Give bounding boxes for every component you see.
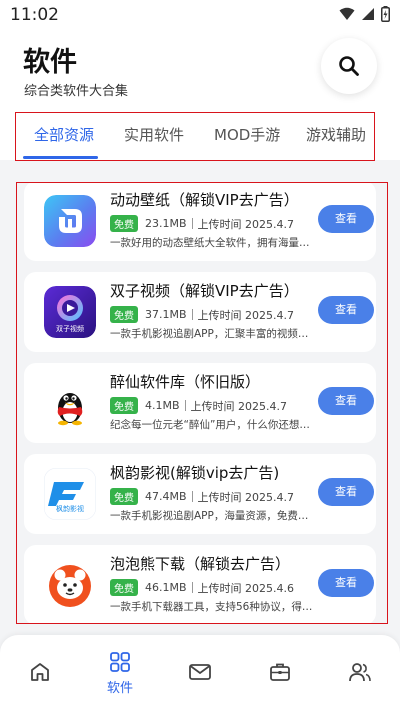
shuangzi-video-logo: 双子视频 xyxy=(44,286,96,338)
free-badge: 免费 xyxy=(110,215,138,232)
nav-item-messages[interactable] xyxy=(160,635,240,711)
app-description: 一款好用的动态壁纸大全软件，拥有海量… xyxy=(110,237,310,249)
active-tab-indicator xyxy=(23,156,98,159)
tab-utility-software[interactable]: 实用软件 xyxy=(124,124,184,145)
status-bar: 11:02 xyxy=(0,0,400,30)
app-meta: 免费 23.1MB 上传时间 2025.4.7 xyxy=(110,215,294,232)
status-icons xyxy=(339,6,390,22)
bottom-nav: 软件 xyxy=(0,635,400,711)
upload-time: 上传时间 2025.4.7 xyxy=(197,217,295,231)
tab-all-resources[interactable]: 全部资源 xyxy=(34,124,94,145)
page-subtitle: 综合类软件大合集 xyxy=(24,84,129,99)
app-name: 枫韵影视(解锁vip去广告) xyxy=(110,464,280,482)
app-meta: 免费 4.1MB 上传时间 2025.4.7 xyxy=(110,397,287,414)
mail-icon xyxy=(189,664,211,680)
meta-divider xyxy=(191,582,193,593)
toolbox-icon xyxy=(270,663,290,681)
status-time: 11:02 xyxy=(10,5,59,25)
app-meta: 免费 47.4MB 上传时间 2025.4.7 xyxy=(110,488,294,505)
app-list: 动动壁纸（解锁VIP去广告） 免费 23.1MB 上传时间 2025.4.7 一… xyxy=(16,182,388,624)
grid-apps-icon xyxy=(110,652,130,672)
free-badge: 免费 xyxy=(110,488,138,505)
free-badge: 免费 xyxy=(110,306,138,323)
app-description: 纪念每一位元老“醉仙”用户，什么你还想… xyxy=(110,419,310,431)
app-name: 醉仙软件库（怀旧版） xyxy=(110,373,261,391)
app-description: 一款手机下载器工具，支持56种协议，得… xyxy=(110,601,313,613)
app-meta: 免费 46.1MB 上传时间 2025.4.6 xyxy=(110,579,294,596)
icon-caption: 枫韵影视 xyxy=(56,504,84,513)
bear-logo xyxy=(44,559,96,611)
app-description: 一款手机影视追剧APP，汇聚丰富的视频… xyxy=(110,328,309,340)
list-item[interactable]: 双子视频 双子视频（解锁VIP去广告） 免费 37.1MB 上传时间 2025.… xyxy=(24,272,376,352)
list-item[interactable]: 泡泡熊下载（解锁去广告） 免费 46.1MB 上传时间 2025.4.6 一款手… xyxy=(24,545,376,623)
category-tabs: 全部资源 实用软件 MOD手游 游戏辅助 xyxy=(15,112,375,161)
nav-item-tools[interactable] xyxy=(240,635,320,711)
search-button[interactable] xyxy=(321,38,377,94)
app-description: 一款手机影视追剧APP，海量资源，免费… xyxy=(110,510,309,522)
nav-item-home[interactable] xyxy=(0,635,80,711)
app-size: 46.1MB xyxy=(145,581,187,594)
list-item[interactable]: 醉仙软件库（怀旧版） 免费 4.1MB 上传时间 2025.4.7 纪念每一位元… xyxy=(24,363,376,443)
app-size: 47.4MB xyxy=(145,490,187,503)
meta-divider xyxy=(191,491,193,502)
app-name: 双子视频（解锁VIP去广告） xyxy=(110,282,299,300)
page-title: 软件 xyxy=(23,47,77,78)
app-name: 动动壁纸（解锁VIP去广告） xyxy=(110,191,299,209)
app-size: 23.1MB xyxy=(145,217,187,230)
meta-divider xyxy=(191,218,193,229)
users-icon xyxy=(349,663,371,682)
app-size: 4.1MB xyxy=(145,399,180,412)
tab-mod-games[interactable]: MOD手游 xyxy=(214,124,280,145)
meta-divider xyxy=(191,309,193,320)
home-icon xyxy=(31,663,49,681)
upload-time: 上传时间 2025.4.7 xyxy=(197,490,295,504)
upload-time: 上传时间 2025.4.7 xyxy=(197,308,295,322)
tab-game-assist[interactable]: 游戏辅助 xyxy=(306,124,366,145)
upload-time: 上传时间 2025.4.6 xyxy=(197,581,295,595)
nav-label-software: 软件 xyxy=(106,681,133,696)
view-button[interactable]: 查看 xyxy=(318,569,374,597)
nav-item-software[interactable]: 软件 xyxy=(80,635,160,711)
fengyun-video-logo: 枫韵影视 xyxy=(44,468,96,520)
free-badge: 免费 xyxy=(110,397,138,414)
list-item[interactable]: 动动壁纸（解锁VIP去广告） 免费 23.1MB 上传时间 2025.4.7 一… xyxy=(24,183,376,261)
list-item[interactable]: 枫韵影视 枫韵影视(解锁vip去广告) 免费 47.4MB 上传时间 2025.… xyxy=(24,454,376,534)
app-meta: 免费 37.1MB 上传时间 2025.4.7 xyxy=(110,306,294,323)
upload-time: 上传时间 2025.4.7 xyxy=(190,399,288,413)
view-button[interactable]: 查看 xyxy=(318,387,374,415)
meta-divider xyxy=(184,400,186,411)
signal-icon xyxy=(362,8,374,20)
search-icon xyxy=(339,56,359,76)
view-button[interactable]: 查看 xyxy=(318,478,374,506)
app-name: 泡泡熊下载（解锁去广告） xyxy=(110,555,291,573)
app-size: 37.1MB xyxy=(145,308,187,321)
view-button[interactable]: 查看 xyxy=(318,205,374,233)
penguin-logo xyxy=(44,377,96,429)
wifi-icon xyxy=(339,7,355,20)
icon-caption: 双子视频 xyxy=(56,324,84,333)
view-button[interactable]: 查看 xyxy=(318,296,374,324)
nav-item-profile[interactable] xyxy=(320,635,400,711)
free-badge: 免费 xyxy=(110,579,138,596)
dongdong-wallpaper-logo xyxy=(44,195,96,247)
battery-icon xyxy=(381,6,390,22)
